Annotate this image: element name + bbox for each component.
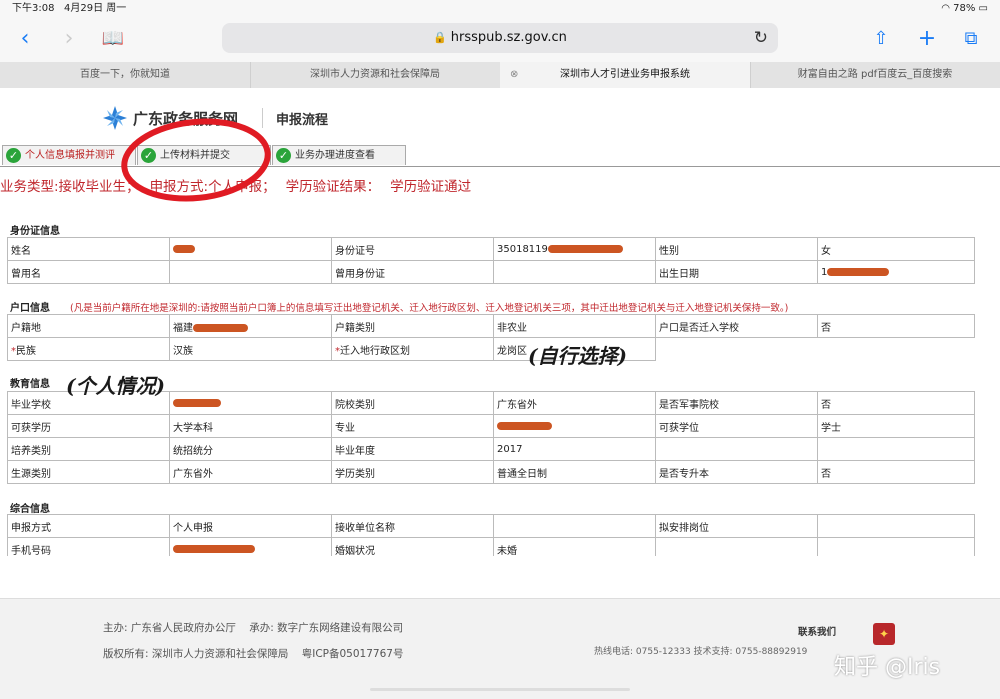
redaction-mark: [173, 398, 221, 407]
handwritten-self-select-note: (自行选择): [528, 344, 627, 368]
tab-baidu[interactable]: 百度一下，你就知道: [0, 62, 251, 88]
reload-icon[interactable]: ↻: [754, 23, 768, 53]
household-table: 户籍地 福建 户籍类别 非农业 户口是否迁入学校 否 *民族 汉族 *迁入地行政…: [7, 314, 975, 361]
redaction-mark: [193, 323, 248, 332]
tab-talent-system[interactable]: ⊗ 深圳市人才引进业务申报系统: [500, 62, 751, 88]
table-row: 手机号码 婚姻状况 未婚: [7, 537, 975, 556]
tab-hrss[interactable]: 深圳市人力资源和社会保障局: [250, 62, 501, 88]
redaction-mark: [173, 244, 195, 253]
origin-value: 福建: [173, 322, 193, 334]
close-tab-icon[interactable]: ⊗: [510, 62, 518, 88]
page-footer: 主办: 广东省人民政府办公厅 承办: 数字广东网络建设有限公司 版权所有: 深圳…: [0, 598, 1000, 699]
page-title: 申报流程: [276, 113, 329, 128]
redaction-mark: [827, 267, 890, 276]
footer-host: 主办: 广东省人民政府办公厅: [103, 622, 236, 634]
footer-copyright: 版权所有: 深圳市人力资源和社会保障局: [103, 648, 289, 660]
business-type: 业务类型:接收毕业生；: [0, 179, 140, 195]
step-tab-upload[interactable]: ✓ 上传材料并提交: [137, 145, 271, 165]
handwritten-personal-note: (个人情况): [66, 374, 165, 398]
section-title-identity: 身份证信息: [10, 226, 60, 237]
divider: [0, 166, 1000, 167]
footer-phone: 热线电话: 0755-12333 技术支持: 0755-88892919: [594, 647, 808, 657]
share-icon[interactable]: ⇧: [866, 24, 896, 54]
footer-organizer: 承办: 数字广东网络建设有限公司: [249, 622, 404, 634]
zhihu-watermark: 知乎 @Iris: [834, 655, 941, 680]
redaction-mark: [547, 244, 623, 253]
table-row: 生源类别 广东省外 学历类别 普通全日制 是否专升本 否: [7, 460, 975, 484]
browser-tabs: 百度一下，你就知道 深圳市人力资源和社会保障局 ⊗ 深圳市人才引进业务申报系统 …: [0, 62, 1000, 89]
table-row: 可获学历 大学本科 专业 可获学位 学士: [7, 414, 975, 438]
check-icon: ✓: [141, 148, 156, 163]
step-tab-personal-info[interactable]: ✓ 个人信息填报并测评: [2, 145, 136, 165]
table-row: 申报方式 个人申报 接收单位名称 拟安排岗位: [7, 514, 975, 538]
contact-us-link[interactable]: 联系我们: [798, 624, 836, 638]
battery-level: 78%: [953, 3, 976, 14]
check-icon: ✓: [6, 148, 21, 163]
new-tab-icon[interactable]: +: [912, 24, 942, 54]
status-time: 下午3:08: [12, 3, 55, 14]
scroll-indicator: [370, 688, 630, 691]
table-row: 培养类别 统招统分 毕业年度 2017: [7, 437, 975, 461]
gd-logo-icon: [103, 106, 127, 130]
status-date: 4月29日 周一: [64, 3, 127, 14]
section-title-education: 教育信息: [10, 379, 50, 390]
id-number: 35018119: [497, 243, 548, 255]
section-title-general: 综合信息: [10, 504, 50, 515]
address-bar[interactable]: 🔒 hrsspub.sz.gov.cn ↻: [222, 23, 778, 53]
gov-badge-icon: ✦: [873, 623, 895, 645]
bookmarks-icon[interactable]: 📖: [98, 24, 128, 54]
battery-icon: ▭: [978, 3, 988, 14]
forward-arrow-icon[interactable]: ›: [54, 24, 84, 54]
business-summary: 业务类型:接收毕业生； 申报方式:个人申报； 学历验证结果： 学历验证通过: [0, 175, 481, 195]
table-row: 曾用名 曾用身份证 出生日期 1: [7, 260, 975, 284]
general-table-clip: 申报方式 个人申报 接收单位名称 拟安排岗位 手机号码 婚姻状况 未婚: [0, 514, 1000, 556]
wifi-icon: ◠: [941, 3, 950, 14]
step-tab-progress[interactable]: ✓ 业务办理进度查看: [272, 145, 406, 165]
household-note: (凡是当前户籍所在地是深圳的:请按照当前户口簿上的信息填写迁出地登记机关、迁入地…: [70, 303, 789, 314]
browser-toolbar: ‹ › 📖 🔒 hrsspub.sz.gov.cn ↻ ⇧ + ⧉: [0, 18, 1000, 62]
edu-verify-label: 学历验证结果：: [285, 179, 381, 195]
url-text: hrsspub.sz.gov.cn: [450, 30, 567, 45]
lock-icon: 🔒: [433, 31, 447, 44]
status-bar: 下午3:08 4月29日 周一 ◠ 78% ▭: [0, 0, 1000, 18]
divider: [262, 108, 263, 128]
footer-icp: 粤ICP备05017767号: [301, 648, 404, 660]
education-table: 毕业学校 院校类别 广东省外 是否军事院校 否 可获学历 大学本科 专业 可获学…: [7, 391, 975, 484]
back-arrow-icon[interactable]: ‹: [10, 24, 40, 54]
general-table: 申报方式 个人申报 接收单位名称 拟安排岗位 手机号码 婚姻状况 未婚: [7, 514, 975, 556]
edu-verify-value: 学历验证通过: [390, 179, 472, 195]
redaction-mark: [173, 544, 255, 553]
table-row: *民族 汉族 *迁入地行政区划 龙岗区: [7, 337, 975, 361]
site-header: 广东政务服务网 申报流程: [0, 88, 1000, 143]
table-row: 户籍地 福建 户籍类别 非农业 户口是否迁入学校 否: [7, 314, 975, 338]
redaction-mark: [497, 421, 552, 430]
identity-table: 姓名 身份证号 35018119 性别 女 曾用名 曾用身份证 出生日期 1: [7, 237, 975, 284]
logo-text: 广东政务服务网: [133, 110, 239, 128]
tab-search[interactable]: 财富自由之路 pdf百度云_百度搜索: [750, 62, 1000, 88]
check-icon: ✓: [276, 148, 291, 163]
section-title-household: 户口信息: [10, 303, 50, 314]
tabs-overview-icon[interactable]: ⧉: [956, 24, 986, 54]
table-row: 姓名 身份证号 35018119 性别 女: [7, 237, 975, 261]
apply-method: 申报方式:个人申报；: [149, 179, 276, 195]
